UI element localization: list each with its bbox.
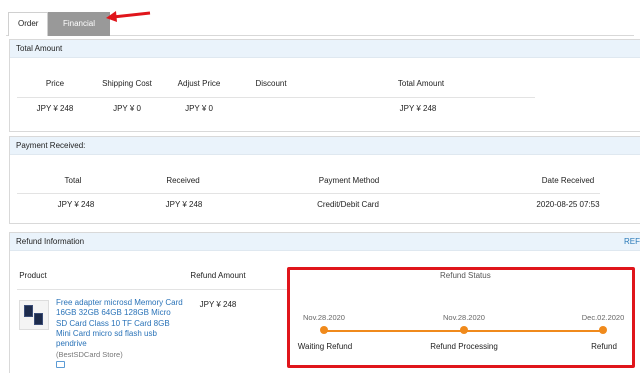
col-received: Received — [166, 176, 200, 185]
refund-information-header: Refund Information REF — [10, 233, 640, 251]
tab-financial[interactable]: Financial — [48, 12, 110, 36]
value-payment-method: Credit/Debit Card — [317, 200, 379, 209]
product-thumbnail[interactable] — [19, 300, 49, 330]
col-shipping-cost: Shipping Cost — [102, 79, 152, 88]
value-price: JPY ¥ 248 — [36, 104, 74, 113]
col-total-amount: Total Amount — [397, 79, 445, 88]
value-received: JPY ¥ 248 — [165, 200, 203, 209]
value-date-received: 2020-08-25 07:53 — [536, 200, 600, 209]
memory-card-image — [24, 305, 33, 317]
col-product: Product — [19, 271, 47, 280]
row-divider — [17, 97, 535, 98]
value-refund-amount: JPY ¥ 248 — [199, 300, 237, 309]
col-discount: Discount — [255, 79, 287, 88]
row-divider — [17, 193, 600, 194]
red-arrow-annotation — [106, 11, 151, 22]
value-shipping-cost: JPY ¥ 0 — [113, 104, 141, 113]
col-refund-amount: Refund Amount — [190, 271, 246, 280]
row-divider — [17, 289, 287, 290]
refund-link[interactable]: REF — [624, 233, 640, 251]
product-title-link[interactable]: Free adapter microsd Memory Card 16GB 32… — [56, 298, 184, 349]
store-name[interactable]: (BestSDCard Store) — [56, 350, 123, 359]
col-adjust-price: Adjust Price — [177, 79, 221, 88]
payment-received-header: Payment Received: — [10, 137, 640, 155]
total-amount-header: Total Amount — [10, 40, 640, 58]
store-icon[interactable] — [56, 361, 65, 368]
value-total-amount: JPY ¥ 248 — [399, 104, 437, 113]
red-highlight-box — [287, 267, 635, 368]
col-date-received: Date Received — [541, 176, 595, 185]
refund-information-title: Refund Information — [16, 237, 85, 246]
value-total: JPY ¥ 248 — [57, 200, 95, 209]
memory-card-image — [34, 313, 43, 325]
col-price: Price — [45, 79, 65, 88]
col-total: Total — [64, 176, 82, 185]
tab-order[interactable]: Order — [8, 12, 49, 36]
tab-bar: Order Financial — [6, 10, 634, 36]
col-payment-method: Payment Method — [318, 176, 380, 185]
value-adjust-price: JPY ¥ 0 — [185, 104, 213, 113]
